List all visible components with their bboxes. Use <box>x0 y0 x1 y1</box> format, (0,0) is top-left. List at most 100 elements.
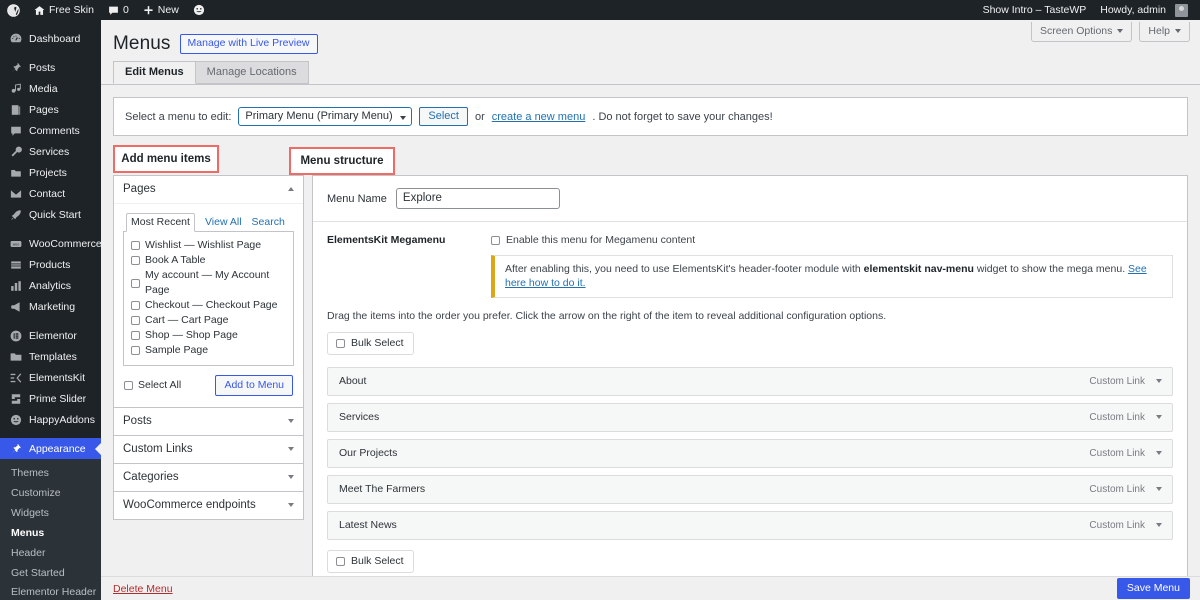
sidebar-item-products[interactable]: Products <box>0 254 101 275</box>
list-item[interactable]: My account — My Account Page <box>131 268 287 298</box>
woocommerce-endpoints-accordion-header[interactable]: WooCommerce endpoints <box>114 492 303 519</box>
menu-name-label: Menu Name <box>327 192 387 205</box>
show-intro-link[interactable]: Show Intro – TasteWP <box>976 0 1094 20</box>
sidebar-item-posts[interactable]: Posts <box>0 57 101 78</box>
menu-item-row[interactable]: Meet The Farmers Custom Link <box>327 475 1173 504</box>
sidebar-subitem-customize[interactable]: Customize <box>0 483 101 503</box>
list-item[interactable]: Shop — Shop Page <box>131 328 287 343</box>
menu-select-dropdown[interactable]: Primary Menu (Primary Menu) <box>238 107 413 126</box>
chevron-down-icon[interactable] <box>1156 379 1162 383</box>
list-item[interactable]: Wishlist — Wishlist Page <box>131 238 287 253</box>
my-account-menu[interactable]: Howdy, admin <box>1093 0 1195 20</box>
chevron-down-icon[interactable] <box>1156 487 1162 491</box>
create-new-menu-link[interactable]: create a new menu <box>492 111 586 123</box>
sidebar-item-quick-start[interactable]: Quick Start <box>0 204 101 225</box>
list-item[interactable]: Cart — Cart Page <box>131 313 287 328</box>
select-all-label: Select All <box>138 379 182 391</box>
select-all-checkbox[interactable] <box>124 381 133 390</box>
sidebar-item-elementor[interactable]: Elementor <box>0 325 101 346</box>
list-item[interactable]: Checkout — Checkout Page <box>131 298 287 313</box>
chevron-down-icon[interactable] <box>288 503 294 507</box>
save-menu-button[interactable]: Save Menu <box>1116 578 1190 599</box>
list-item[interactable]: Sample Page <box>131 343 287 358</box>
tab-manage-locations[interactable]: Manage Locations <box>194 61 309 84</box>
sidebar-subitem-header[interactable]: Header <box>0 543 101 563</box>
manage-with-live-preview-button[interactable]: Manage with Live Preview <box>179 34 318 54</box>
page-checkbox[interactable] <box>131 278 140 288</box>
menu-item-row[interactable]: Our Projects Custom Link <box>327 439 1173 468</box>
menu-item-row[interactable]: About Custom Link <box>327 367 1173 396</box>
subtab-most-recent[interactable]: Most Recent <box>126 213 195 232</box>
site-name-menu[interactable]: Free Skin <box>27 0 101 20</box>
categories-accordion-header[interactable]: Categories <box>114 464 303 491</box>
sidebar-subitem-get-started[interactable]: Get Started <box>0 563 101 583</box>
sidebar-item-services[interactable]: Services <box>0 141 101 162</box>
sidebar-item-appearance[interactable]: Appearance <box>0 438 101 459</box>
help-button[interactable]: Help <box>1139 22 1190 42</box>
sidebar-item-woocommerce[interactable]: woo WooCommerce <box>0 233 101 254</box>
chevron-down-icon[interactable] <box>288 447 294 451</box>
sidebar-subitem-widgets[interactable]: Widgets <box>0 503 101 523</box>
subtab-search[interactable]: Search <box>252 216 285 231</box>
sidebar-subitem-elementor-header-footer-builder[interactable]: Elementor Header & Footer Builder <box>0 583 101 600</box>
chevron-down-icon[interactable] <box>1156 451 1162 455</box>
page-checkbox[interactable] <box>131 301 140 310</box>
chevron-down-icon[interactable] <box>288 475 294 479</box>
sidebar-item-contact[interactable]: Contact <box>0 183 101 204</box>
subtab-view-all[interactable]: View All <box>205 216 242 231</box>
bulk-select-checkbox[interactable] <box>336 338 345 348</box>
list-item[interactable]: Book A Table <box>131 253 287 268</box>
wordpress-logo-menu[interactable] <box>0 0 27 20</box>
smiley-menu[interactable] <box>186 0 212 20</box>
page-checkbox[interactable] <box>131 241 140 250</box>
chevron-down-icon[interactable] <box>1156 523 1162 527</box>
select-all-row[interactable]: Select All <box>124 378 181 393</box>
bulk-select-top[interactable]: Bulk Select <box>327 332 414 355</box>
page-label: Sample Page <box>145 344 209 356</box>
sidebar-item-pages[interactable]: Pages <box>0 99 101 120</box>
chevron-up-icon[interactable] <box>288 187 294 191</box>
page-checkbox[interactable] <box>131 346 140 355</box>
bulk-select-checkbox[interactable] <box>336 556 345 566</box>
sidebar-item-projects[interactable]: Projects <box>0 162 101 183</box>
sidebar-item-label: Services <box>29 145 70 158</box>
sidebar-subitem-menus[interactable]: Menus <box>0 523 101 543</box>
delete-menu-link[interactable]: Delete Menu <box>113 583 173 595</box>
add-to-menu-button[interactable]: Add to Menu <box>215 375 293 396</box>
sidebar-item-analytics[interactable]: Analytics <box>0 275 101 296</box>
custom-links-accordion: Custom Links <box>113 436 304 464</box>
sidebar-item-label: Prime Slider <box>29 392 87 405</box>
tab-edit-menus[interactable]: Edit Menus <box>113 61 196 84</box>
menu-name-input[interactable] <box>395 188 560 209</box>
sidebar-item-dashboard[interactable]: Dashboard <box>0 28 101 49</box>
pages-accordion-header[interactable]: Pages <box>114 176 303 204</box>
sidebar-item-comments[interactable]: Comments <box>0 120 101 141</box>
sidebar-item-happyaddons[interactable]: HappyAddons <box>0 409 101 430</box>
chevron-down-icon[interactable] <box>288 419 294 423</box>
menu-item-row[interactable]: Services Custom Link <box>327 403 1173 432</box>
custom-links-accordion-header[interactable]: Custom Links <box>114 436 303 463</box>
sidebar-item-elementskit[interactable]: ElementsKit <box>0 367 101 388</box>
new-content-menu[interactable]: New <box>136 0 186 20</box>
page-checkbox[interactable] <box>131 256 140 265</box>
sidebar-item-templates[interactable]: Templates <box>0 346 101 367</box>
sidebar-subitem-themes[interactable]: Themes <box>0 463 101 483</box>
megamenu-checkbox[interactable] <box>491 235 500 245</box>
sidebar-item-media[interactable]: Media <box>0 78 101 99</box>
page-checkbox[interactable] <box>131 316 140 325</box>
bulk-select-bottom[interactable]: Bulk Select <box>327 550 414 573</box>
sidebar-item-label: Pages <box>29 103 59 116</box>
megamenu-enable-row[interactable]: Enable this menu for Megamenu content <box>491 234 1173 246</box>
posts-accordion-header[interactable]: Posts <box>114 408 303 435</box>
sidebar-item-marketing[interactable]: Marketing <box>0 296 101 317</box>
chevron-down-icon[interactable] <box>1156 415 1162 419</box>
page-checkbox[interactable] <box>131 331 140 340</box>
notice-text-pre: After enabling this, you need to use Ele… <box>505 263 864 275</box>
sidebar-item-prime-slider[interactable]: Prime Slider <box>0 388 101 409</box>
screen-options-button[interactable]: Screen Options <box>1031 22 1133 42</box>
select-button[interactable]: Select <box>419 107 468 126</box>
notice-text-bold: elementskit nav-menu <box>863 263 974 275</box>
menu-item-row[interactable]: Latest News Custom Link <box>327 511 1173 540</box>
sidebar-item-label: Posts <box>29 61 56 74</box>
comments-menu[interactable]: 0 <box>101 0 136 20</box>
